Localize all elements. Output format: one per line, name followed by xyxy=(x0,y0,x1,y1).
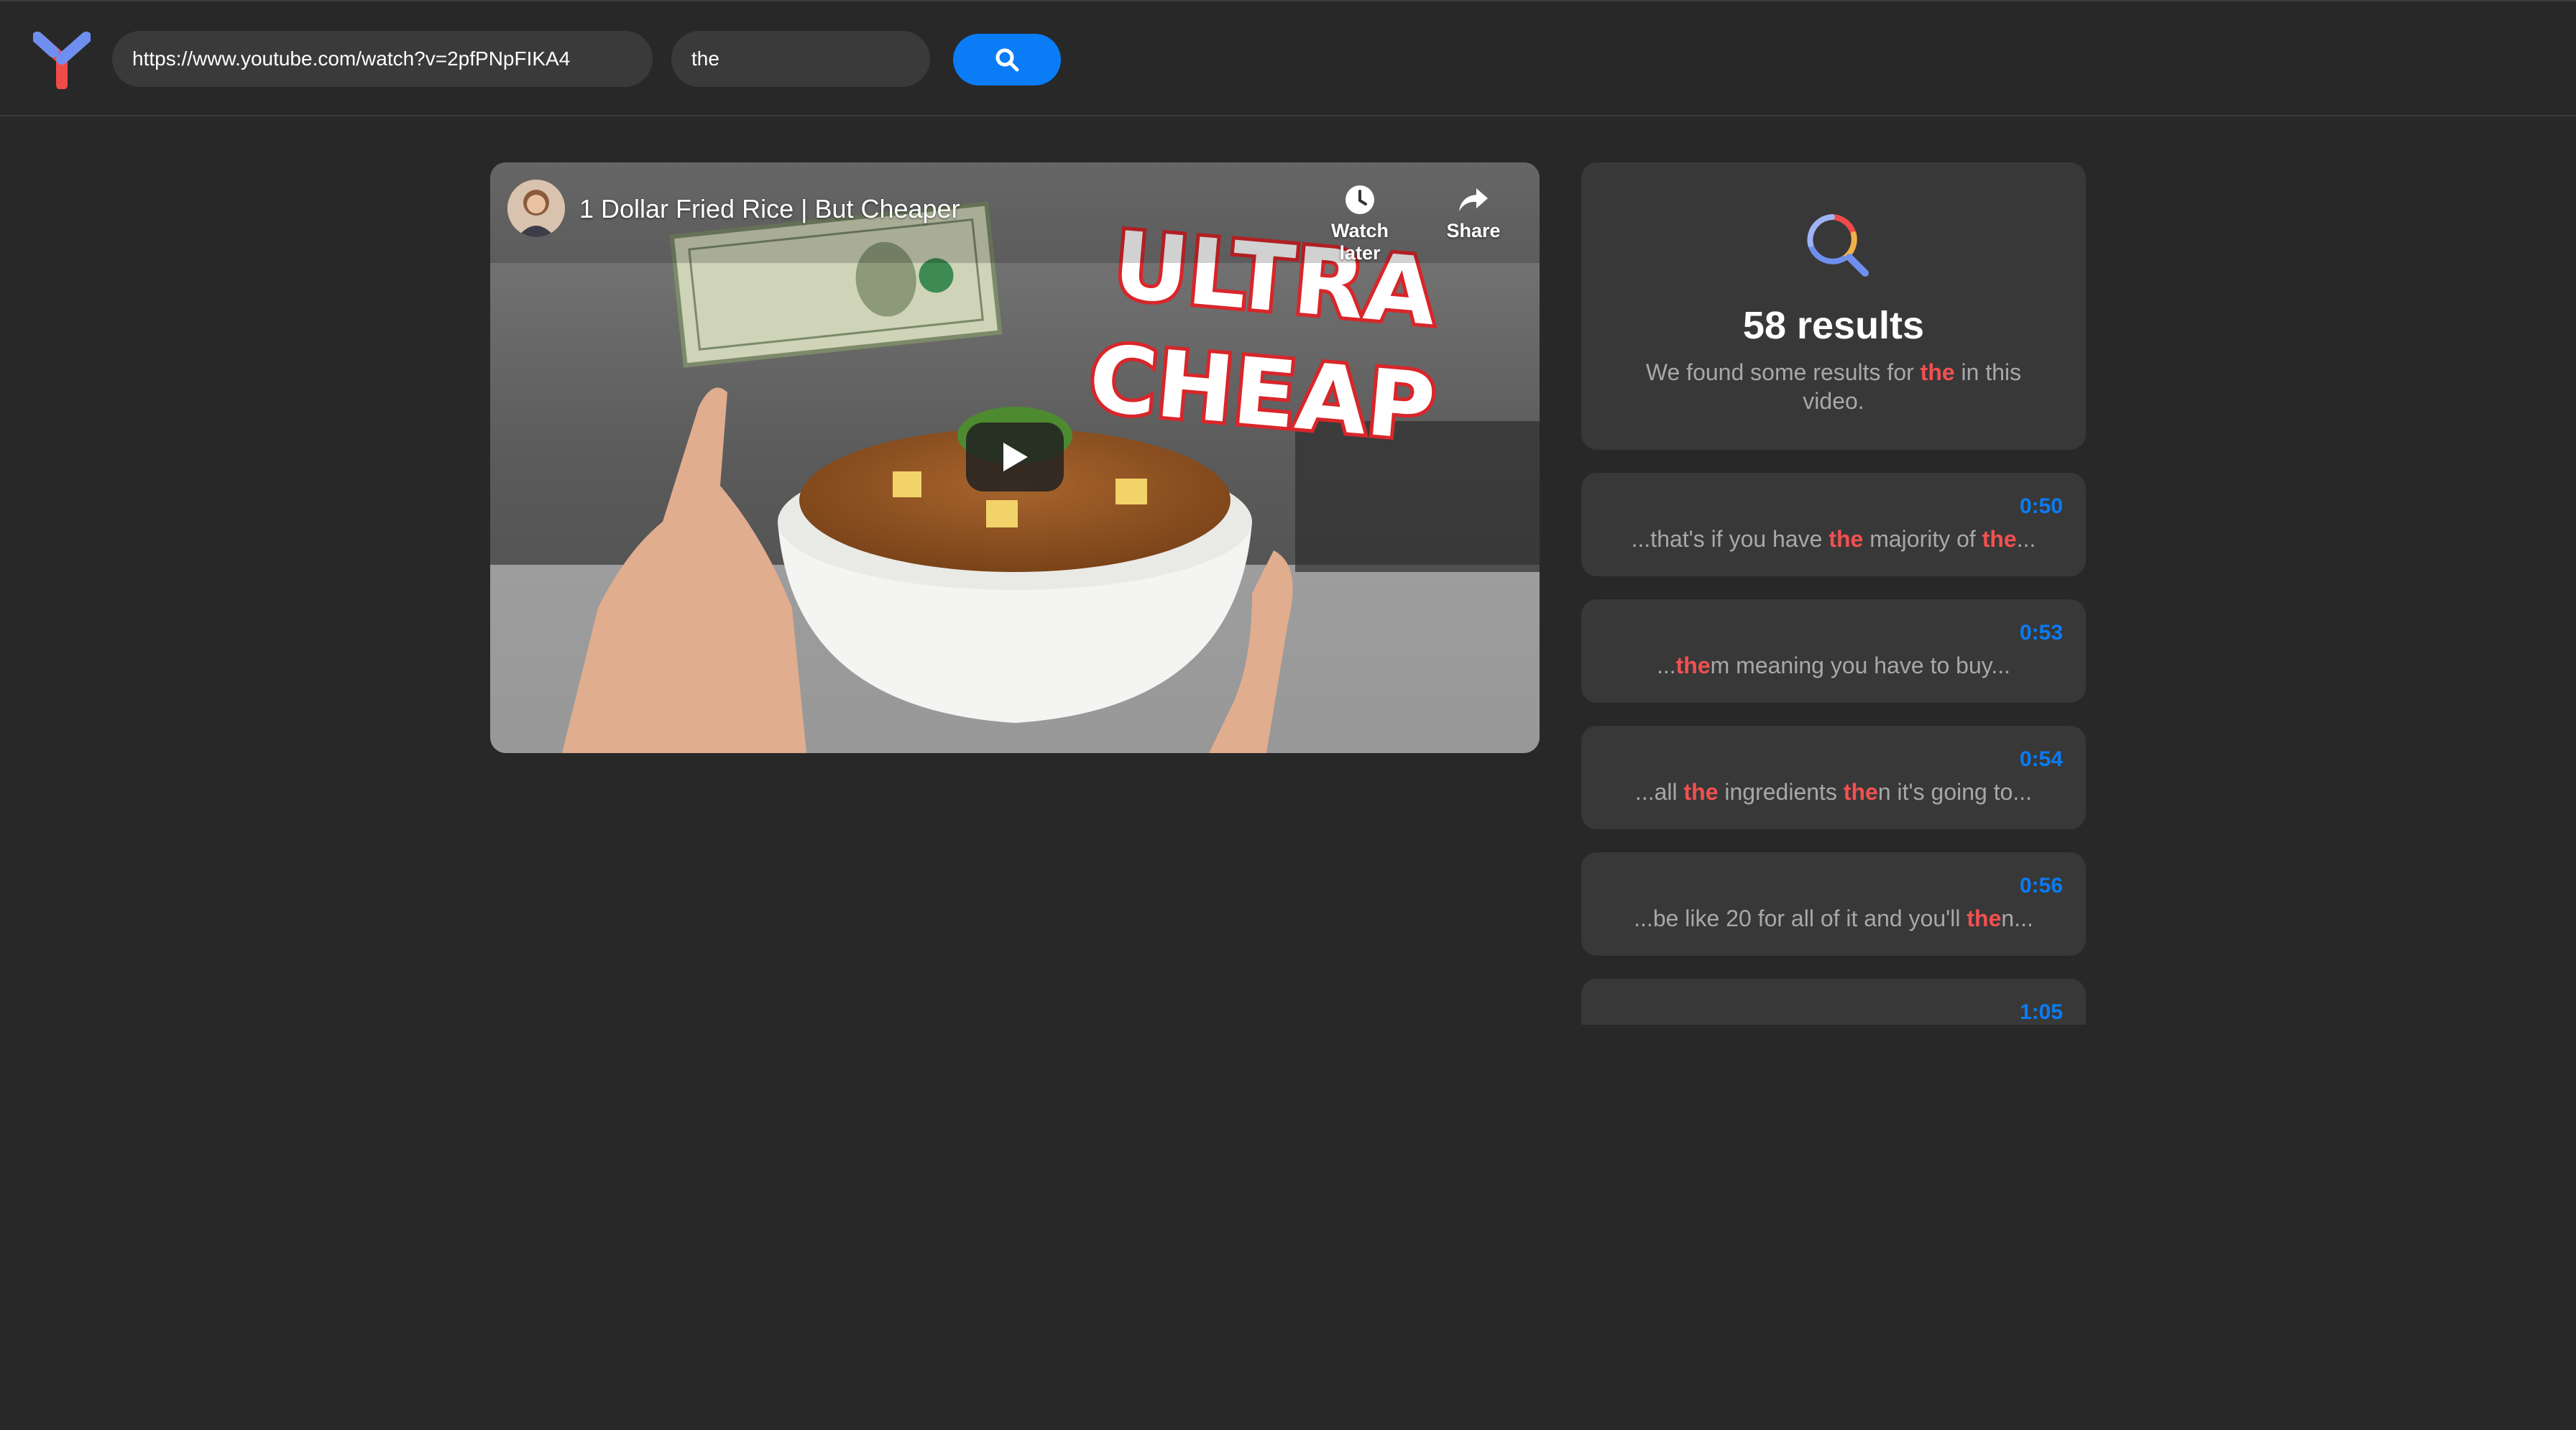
app-logo-icon[interactable] xyxy=(33,30,91,89)
snippet-highlight: the xyxy=(1982,526,2017,552)
watch-later-button[interactable]: Watch later xyxy=(1310,180,1410,264)
play-button[interactable] xyxy=(966,423,1064,492)
search-results-icon xyxy=(1807,214,1869,277)
video-player[interactable]: ULTRA CHEAP 1 Dollar Fried Rice | But Ch… xyxy=(490,162,1540,753)
result-item[interactable]: 1:05 xyxy=(1581,979,2086,1025)
clock-icon xyxy=(1346,185,1374,214)
search-button[interactable] xyxy=(953,34,1061,86)
snippet-text: majority of xyxy=(1863,526,1982,552)
result-timestamp[interactable]: 0:56 xyxy=(2020,874,2063,898)
snippet-highlight: the xyxy=(1828,526,1864,552)
results-list[interactable]: 0:50 ...that's if you have the majority … xyxy=(1581,473,2086,1025)
share-button[interactable]: Share xyxy=(1423,180,1524,242)
results-description-prefix: We found some results for xyxy=(1645,359,1920,385)
share-arrow-icon xyxy=(1459,188,1488,211)
snippet-text: ingredients xyxy=(1718,779,1844,805)
snippet-text: ... xyxy=(1656,652,1676,678)
snippet-highlight: the xyxy=(1675,652,1711,678)
video-url-input[interactable] xyxy=(112,31,653,87)
result-snippet: ...them meaning you have to buy... xyxy=(1581,652,2086,679)
snippet-highlight: the xyxy=(1843,779,1878,805)
result-timestamp[interactable]: 0:54 xyxy=(2020,747,2063,772)
snippet-text: ...be like 20 for all of it and you'll xyxy=(1634,905,1967,931)
results-description: We found some results for the in this vi… xyxy=(1632,358,2036,415)
snippet-text: ...all xyxy=(1634,779,1684,805)
result-timestamp[interactable]: 1:05 xyxy=(2020,1000,2063,1025)
share-label: Share xyxy=(1446,220,1501,241)
play-icon xyxy=(1003,443,1028,471)
snippet-text: m meaning you have to buy... xyxy=(1710,652,2011,678)
result-snippet: ...be like 20 for all of it and you'll t… xyxy=(1581,905,2086,932)
avatar-image xyxy=(507,180,565,237)
result-snippet: ...all the ingredients then it's going t… xyxy=(1581,779,2086,806)
snippet-highlight: the xyxy=(1683,779,1719,805)
results-summary-card: 58 results We found some results for the… xyxy=(1581,162,2086,450)
snippet-text: ...that's if you have xyxy=(1631,526,1829,552)
results-count: 58 results xyxy=(1742,304,1925,347)
search-term-input[interactable] xyxy=(671,31,930,87)
watch-later-label: Watch later xyxy=(1331,220,1389,264)
result-item[interactable]: 0:56 ...be like 20 for all of it and you… xyxy=(1581,852,2086,956)
snippet-text: n it's going to... xyxy=(1877,779,2033,805)
top-bar xyxy=(0,0,2576,116)
snippet-highlight: the xyxy=(1966,905,2002,931)
channel-avatar[interactable] xyxy=(507,180,565,237)
result-snippet: ...that's if you have the majority of th… xyxy=(1581,526,2086,553)
result-timestamp[interactable]: 0:53 xyxy=(2020,621,2063,645)
results-description-term: the xyxy=(1920,359,1955,385)
result-item[interactable]: 0:53 ...them meaning you have to buy... xyxy=(1581,599,2086,703)
result-timestamp[interactable]: 0:50 xyxy=(2020,494,2063,519)
snippet-text: ... xyxy=(2016,526,2036,552)
result-item[interactable]: 0:54 ...all the ingredients then it's go… xyxy=(1581,726,2086,829)
result-item[interactable]: 0:50 ...that's if you have the majority … xyxy=(1581,473,2086,576)
snippet-text: n... xyxy=(2001,905,2033,931)
video-title[interactable]: 1 Dollar Fried Rice | But Cheaper xyxy=(579,194,960,224)
search-icon xyxy=(995,48,1019,72)
